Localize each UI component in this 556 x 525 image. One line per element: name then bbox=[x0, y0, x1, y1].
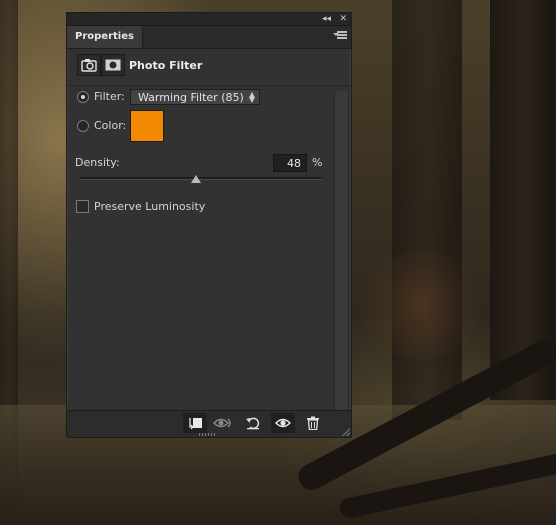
panel-titlebar[interactable]: ◂◂ ✕ bbox=[67, 13, 351, 26]
clip-to-layer-button[interactable] bbox=[183, 413, 207, 433]
panel-resize-grip[interactable] bbox=[199, 433, 217, 436]
dropdown-stepper-icon: ▲ ▼ bbox=[248, 90, 255, 104]
layer-mask-icon[interactable] bbox=[101, 54, 125, 76]
preserve-luminosity-checkbox[interactable] bbox=[76, 200, 89, 213]
density-input[interactable]: 48 bbox=[273, 154, 307, 172]
filter-radio[interactable] bbox=[77, 91, 89, 103]
visibility-eye-icon bbox=[275, 418, 291, 428]
reset-icon bbox=[246, 417, 260, 430]
panel-footer-toolbar bbox=[67, 410, 351, 437]
density-label: Density: bbox=[75, 156, 120, 169]
filter-row: Filter: Warming Filter (85) ▲ ▼ bbox=[67, 89, 351, 105]
shrub bbox=[350, 250, 490, 360]
collapse-icon[interactable]: ◂◂ bbox=[322, 13, 331, 25]
color-radio[interactable] bbox=[77, 120, 89, 132]
color-row: Color: bbox=[67, 110, 351, 142]
panel-tab-row: Properties bbox=[67, 26, 351, 49]
clip-to-layer-icon bbox=[189, 418, 202, 430]
panel-menu-icon[interactable] bbox=[333, 30, 347, 42]
adjustment-header: Photo Filter bbox=[67, 49, 351, 86]
properties-panel: ◂◂ ✕ Properties Photo Filter Filter: War… bbox=[66, 12, 352, 438]
density-row: Density: 48 % bbox=[67, 154, 351, 172]
close-icon[interactable]: ✕ bbox=[339, 13, 347, 25]
panel-corner-resize-handle[interactable] bbox=[342, 428, 350, 436]
density-slider-thumb[interactable] bbox=[190, 175, 201, 183]
density-slider-track[interactable] bbox=[79, 175, 322, 183]
view-previous-state-button[interactable] bbox=[211, 413, 235, 433]
color-swatch[interactable] bbox=[130, 110, 164, 142]
density-unit: % bbox=[312, 156, 323, 169]
panel-scrollbar[interactable] bbox=[334, 91, 347, 421]
visibility-button[interactable] bbox=[271, 413, 295, 433]
filter-dropdown-value: Warming Filter (85) bbox=[138, 91, 244, 104]
density-slider-row bbox=[67, 175, 351, 187]
trash-icon bbox=[307, 416, 319, 430]
preserve-luminosity-label: Preserve Luminosity bbox=[94, 200, 206, 213]
preserve-luminosity-row: Preserve Luminosity bbox=[67, 200, 351, 214]
tab-properties[interactable]: Properties bbox=[67, 26, 143, 48]
adjustment-layer-icon[interactable] bbox=[77, 54, 101, 76]
reset-button[interactable] bbox=[241, 413, 265, 433]
delete-button[interactable] bbox=[301, 413, 325, 433]
filter-dropdown[interactable]: Warming Filter (85) ▲ ▼ bbox=[130, 89, 260, 105]
color-label: Color: bbox=[94, 119, 127, 132]
view-previous-state-icon bbox=[213, 418, 231, 428]
filter-label: Filter: bbox=[94, 90, 125, 103]
adjustment-title: Photo Filter bbox=[129, 59, 203, 72]
